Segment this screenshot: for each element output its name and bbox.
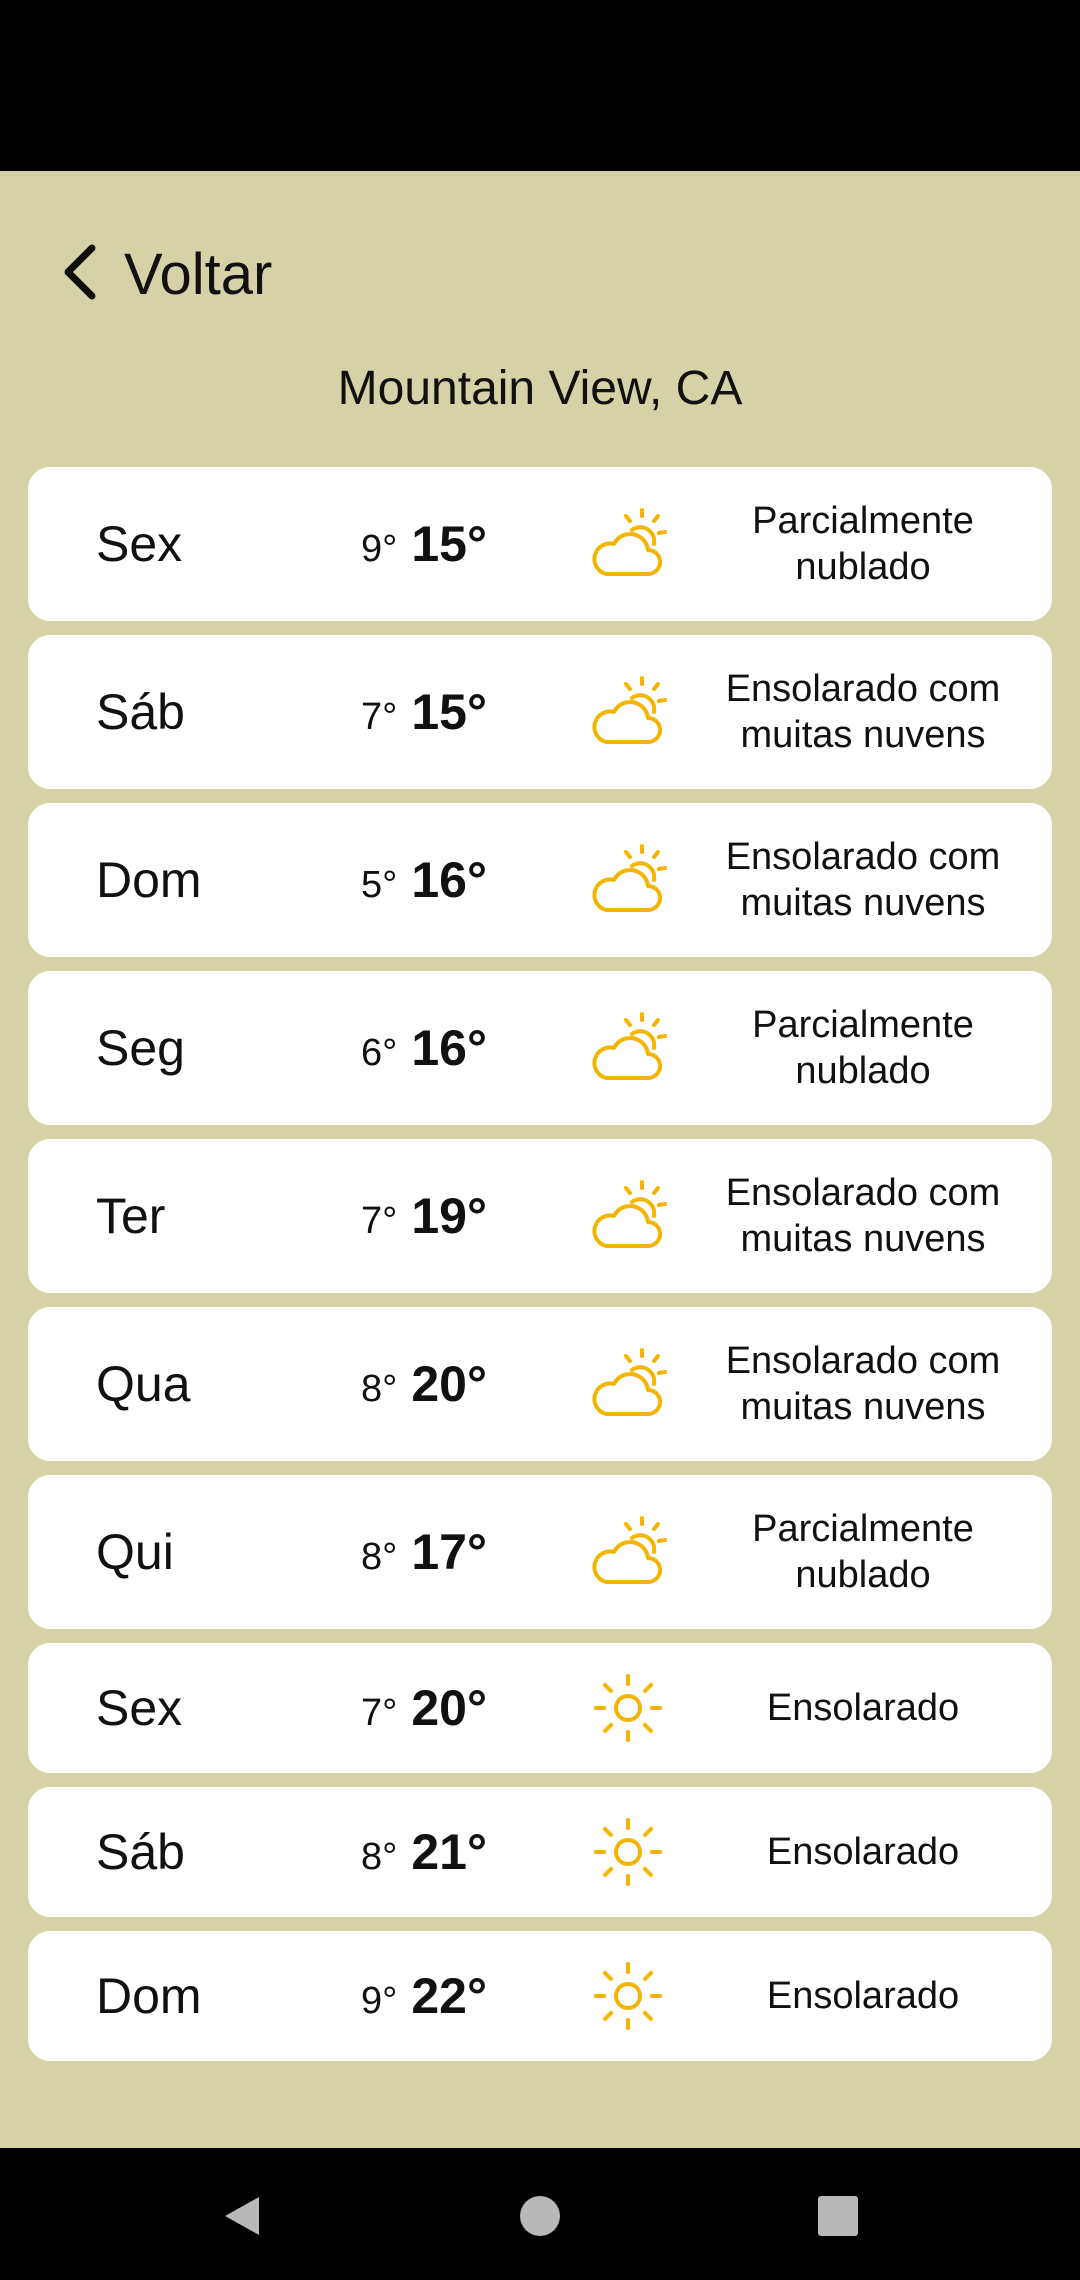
- min-temp: 9°: [361, 528, 398, 570]
- partly-cloudy-icon: [588, 1008, 668, 1088]
- day-name: Seg: [96, 1020, 185, 1076]
- partly-cloudy-icon: [588, 1512, 668, 1592]
- min-temp: 6°: [361, 1032, 398, 1074]
- temperatures: 8° 20°: [324, 1355, 524, 1413]
- partly-cloudy-icon: [588, 1344, 668, 1424]
- square-recents-icon: [815, 2193, 861, 2244]
- partly-cloudy-icon: [588, 504, 668, 584]
- forecast-row[interactable]: Ter 7° 19° Ensolarado com muitas nuvens: [28, 1139, 1052, 1293]
- temperatures: 9° 15°: [324, 515, 524, 573]
- nav-back-button[interactable]: [212, 2188, 272, 2248]
- temperatures: 7° 20°: [324, 1679, 524, 1737]
- temperatures: 9° 22°: [324, 1967, 524, 2025]
- min-temp: 7°: [361, 1200, 398, 1242]
- weather-description: Ensolarado com muitas nuvens: [725, 668, 1001, 756]
- temperatures: 8° 17°: [324, 1523, 524, 1581]
- nav-recents-button[interactable]: [808, 2188, 868, 2248]
- temperatures: 8° 21°: [324, 1823, 524, 1881]
- partly-cloudy-icon: [588, 672, 668, 752]
- day-name: Qua: [96, 1356, 191, 1412]
- weather-description: Ensolarado: [766, 1687, 960, 1729]
- max-temp: 17°: [411, 1524, 487, 1580]
- forecast-screen: Voltar Mountain View, CA Sex 9° 15° Parc…: [0, 171, 1080, 2148]
- temperatures: 6° 16°: [324, 1019, 524, 1077]
- max-temp: 16°: [411, 852, 487, 908]
- weather-description: Ensolarado: [766, 1975, 960, 2017]
- max-temp: 16°: [411, 1020, 487, 1076]
- weather-description: Ensolarado com muitas nuvens: [725, 1172, 1001, 1260]
- max-temp: 21°: [411, 1824, 487, 1880]
- back-label: Voltar: [124, 241, 273, 307]
- circle-home-icon: [517, 2193, 563, 2244]
- forecast-row[interactable]: Dom 5° 16° Ensolarado com muitas nuvens: [28, 803, 1052, 957]
- forecast-row[interactable]: Sex 9° 15° Parcialmente nublado: [28, 467, 1052, 621]
- sun-icon: [588, 1668, 668, 1748]
- forecast-row[interactable]: Sex 7° 20° Ensolarado: [28, 1643, 1052, 1773]
- back-button[interactable]: Voltar: [58, 224, 272, 324]
- forecast-row[interactable]: Seg 6° 16° Parcialmente nublado: [28, 971, 1052, 1125]
- forecast-row[interactable]: Sáb 8° 21° Ensolarado: [28, 1787, 1052, 1917]
- forecast-row[interactable]: Dom 9° 22° Ensolarado: [28, 1931, 1052, 2061]
- day-name: Ter: [96, 1188, 166, 1244]
- weather-description: Ensolarado: [766, 1831, 960, 1873]
- chevron-left-icon: [58, 242, 102, 307]
- system-nav-bar: [0, 2148, 1080, 2280]
- day-name: Sáb: [96, 1824, 185, 1880]
- min-temp: 8°: [361, 1368, 398, 1410]
- forecast-row[interactable]: Sáb 7° 15° Ensolarado com muitas nuvens: [28, 635, 1052, 789]
- day-name: Sáb: [96, 684, 185, 740]
- day-name: Sex: [96, 516, 183, 572]
- weather-description: Parcialmente nublado: [752, 1508, 974, 1596]
- day-name: Dom: [96, 1968, 202, 2024]
- forecast-row[interactable]: Qua 8° 20° Ensolarado com muitas nuvens: [28, 1307, 1052, 1461]
- weather-description: Ensolarado com muitas nuvens: [725, 836, 1001, 924]
- temperatures: 7° 15°: [324, 683, 524, 741]
- sun-icon: [588, 1956, 668, 2036]
- max-temp: 15°: [411, 516, 487, 572]
- max-temp: 15°: [411, 684, 487, 740]
- partly-cloudy-icon: [588, 1176, 668, 1256]
- min-temp: 8°: [361, 1536, 398, 1578]
- day-name: Dom: [96, 852, 202, 908]
- day-name: Qui: [96, 1524, 174, 1580]
- partly-cloudy-icon: [588, 840, 668, 920]
- forecast-list: Sex 9° 15° Parcialmente nublado Sáb 7° 1…: [28, 467, 1052, 2075]
- min-temp: 5°: [361, 864, 398, 906]
- status-bar: [0, 0, 1080, 171]
- max-temp: 20°: [411, 1680, 487, 1736]
- min-temp: 8°: [361, 1836, 398, 1878]
- min-temp: 7°: [361, 1692, 398, 1734]
- min-temp: 7°: [361, 696, 398, 738]
- forecast-row[interactable]: Qui 8° 17° Parcialmente nublado: [28, 1475, 1052, 1629]
- weather-description: Ensolarado com muitas nuvens: [725, 1340, 1001, 1428]
- nav-home-button[interactable]: [510, 2188, 570, 2248]
- min-temp: 9°: [361, 1980, 398, 2022]
- max-temp: 22°: [411, 1968, 487, 2024]
- max-temp: 20°: [411, 1356, 487, 1412]
- weather-description: Parcialmente nublado: [752, 1004, 974, 1092]
- weather-description: Parcialmente nublado: [752, 500, 974, 588]
- max-temp: 19°: [411, 1188, 487, 1244]
- triangle-back-icon: [219, 2193, 265, 2244]
- sun-icon: [588, 1812, 668, 1892]
- location-title: Mountain View, CA: [337, 362, 743, 415]
- temperatures: 5° 16°: [324, 851, 524, 909]
- temperatures: 7° 19°: [324, 1187, 524, 1245]
- day-name: Sex: [96, 1680, 183, 1736]
